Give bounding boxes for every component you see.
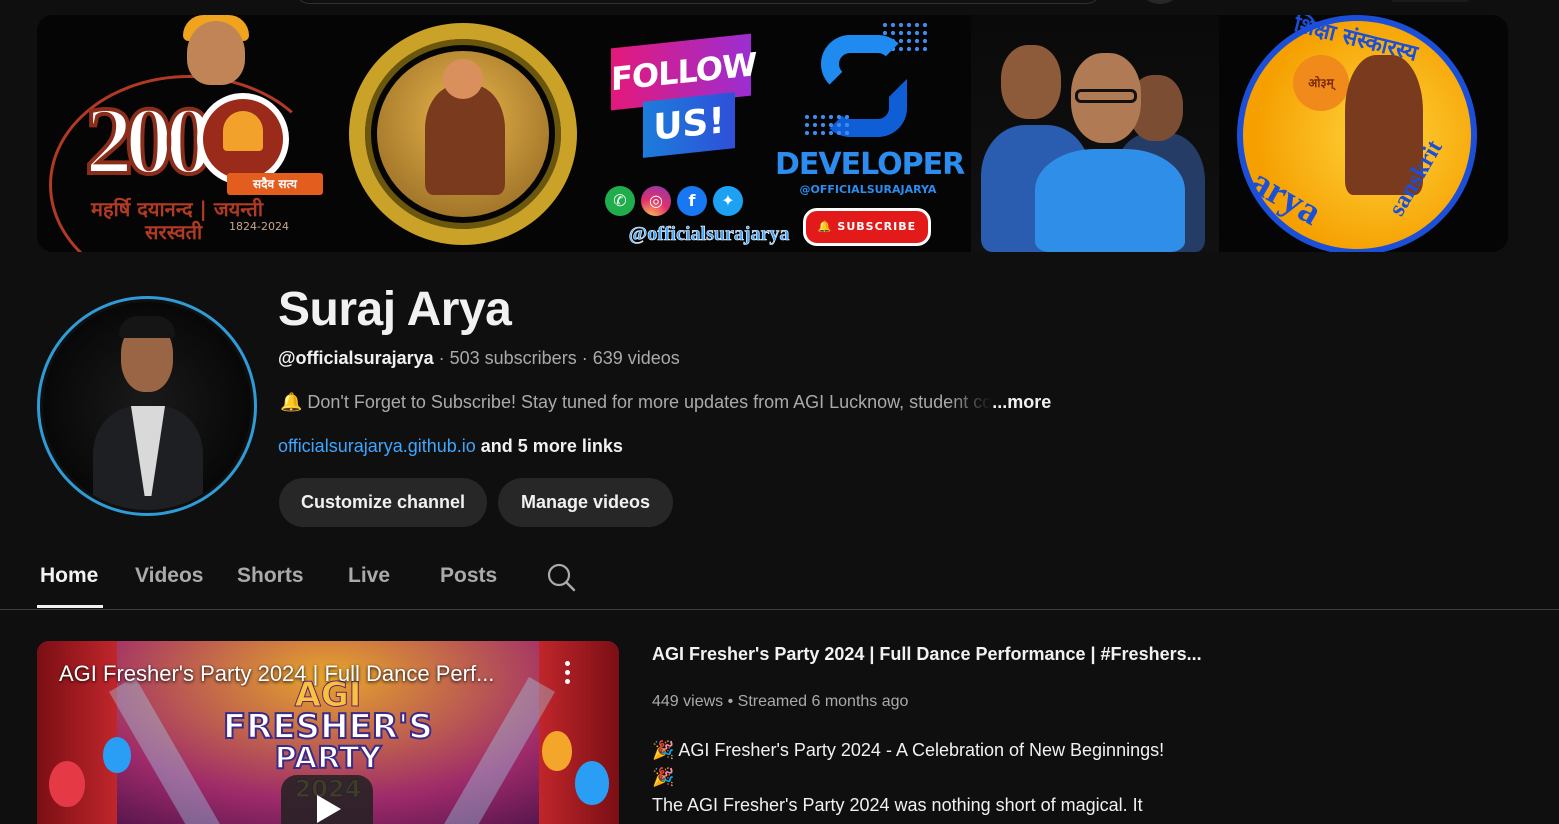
channel-handle: @officialsurajarya xyxy=(278,348,434,368)
anniversary-ribbon: सदैव सत्य xyxy=(227,173,323,195)
channel-name: Suraj Arya xyxy=(278,283,512,336)
active-tab-indicator xyxy=(37,605,103,608)
play-button[interactable] xyxy=(281,775,373,824)
channel-description-text: 🔔 Don't Forget to Subscribe! Stay tuned … xyxy=(280,392,993,412)
meta-separator: · xyxy=(433,348,450,368)
more-links-button[interactable]: and 5 more links xyxy=(481,436,623,456)
avatar-photo xyxy=(43,302,251,510)
featured-video-description-line3: The AGI Fresher's Party 2024 was nothing… xyxy=(652,795,1143,815)
portrait-face xyxy=(187,21,245,85)
description-more-link[interactable]: ...more xyxy=(992,392,1051,413)
twitter-icon: ✦ xyxy=(713,186,743,216)
video-count: 639 videos xyxy=(592,348,680,368)
whatsapp-icon: ✆ xyxy=(605,186,635,216)
channel-banner: 200 सदैव सत्य महर्षि दयानन्द | जयन्ती सर… xyxy=(37,15,1508,252)
channel-description[interactable]: 🔔 Don't Forget to Subscribe! Stay tuned … xyxy=(280,392,1110,413)
anniversary-number: 200 xyxy=(83,85,215,196)
avatar-hair xyxy=(119,316,175,338)
us-text: US! xyxy=(643,92,735,158)
voice-search-button[interactable] xyxy=(1142,0,1178,4)
customize-channel-button[interactable]: Customize channel xyxy=(279,478,487,527)
channel-avatar[interactable] xyxy=(37,296,257,516)
tab-videos[interactable]: Videos xyxy=(135,564,203,588)
manage-videos-button[interactable]: Manage videos xyxy=(498,478,673,527)
masthead-right-controls xyxy=(1390,0,1470,2)
channel-tabs: Home Videos Shorts Live Posts xyxy=(0,548,1559,610)
facebook-icon: f xyxy=(677,186,707,216)
banner-panel-arya-sanskrit: शिक्षा संस्कारस्य ओ३म् arya sanskrit xyxy=(1233,15,1483,252)
featured-video-description-line2: 🎉 xyxy=(652,767,675,787)
havan-flame-icon xyxy=(223,111,263,151)
developer-text: DEVELOPER xyxy=(775,147,965,182)
tab-posts[interactable]: Posts xyxy=(440,564,497,588)
developer-handle: @OFFICIALSURAJARYA xyxy=(799,183,937,196)
streamed-time: Streamed 6 months ago xyxy=(737,693,909,710)
featured-video-meta: 449 views • Streamed 6 months ago xyxy=(652,693,908,711)
seated-figure-head xyxy=(443,59,483,99)
instagram-icon: ◎ xyxy=(641,186,671,216)
om-symbol: ओ३म् xyxy=(1293,55,1349,111)
glasses-icon xyxy=(1075,89,1137,103)
masthead-search-box[interactable] xyxy=(294,0,1102,4)
banner-subscribe-graphic: 🔔 SUBSCRIBE xyxy=(803,208,931,246)
banner-subscribe-label: SUBSCRIBE xyxy=(837,220,917,233)
person-center-body xyxy=(1035,149,1185,252)
subscriber-count: 503 subscribers xyxy=(449,348,577,368)
featured-video-description-line1: 🎉 AGI Fresher's Party 2024 - A Celebrati… xyxy=(652,740,1165,760)
tab-live[interactable]: Live xyxy=(348,564,390,588)
featured-video-title[interactable]: AGI Fresher's Party 2024 | Full Dance Pe… xyxy=(652,644,1212,665)
search-icon[interactable] xyxy=(546,562,576,592)
channel-meta: @officialsurajarya · 503 subscribers · 6… xyxy=(278,348,680,369)
tab-shorts[interactable]: Shorts xyxy=(237,564,304,588)
seated-figure xyxy=(425,85,505,195)
channel-website-link[interactable]: officialsurajarya.github.io xyxy=(278,436,476,456)
person-left-head xyxy=(1001,45,1061,119)
anniversary-line2: सरस्वती xyxy=(145,220,203,244)
meta-separator: · xyxy=(576,348,593,368)
play-icon xyxy=(317,795,341,823)
thumbnail-party-text: PARTY xyxy=(274,740,382,777)
featured-video-player[interactable]: AGI FRESHER'S PARTY 2024 AGI Fresher's P… xyxy=(37,641,619,824)
anniversary-years: 1824-2024 xyxy=(229,220,289,233)
tab-home[interactable]: Home xyxy=(40,564,98,588)
pixel-dots-lower xyxy=(803,113,853,137)
meta-dot: • xyxy=(723,693,738,710)
banner-panel-anniversary: 200 सदैव सत्य महर्षि दयानन्द | जयन्ती सर… xyxy=(37,15,329,252)
player-overlay-title[interactable]: AGI Fresher's Party 2024 | Full Dance Pe… xyxy=(59,661,539,687)
view-count: 449 views xyxy=(652,693,724,710)
channel-links: officialsurajarya.github.io and 5 more l… xyxy=(278,436,623,457)
more-options-icon[interactable] xyxy=(563,661,571,687)
banner-panel-developer: DEVELOPER @OFFICIALSURAJARYA 🔔 SUBSCRIBE xyxy=(769,15,969,252)
banner-panel-wreath xyxy=(335,15,589,252)
banner-panel-people xyxy=(971,15,1219,252)
